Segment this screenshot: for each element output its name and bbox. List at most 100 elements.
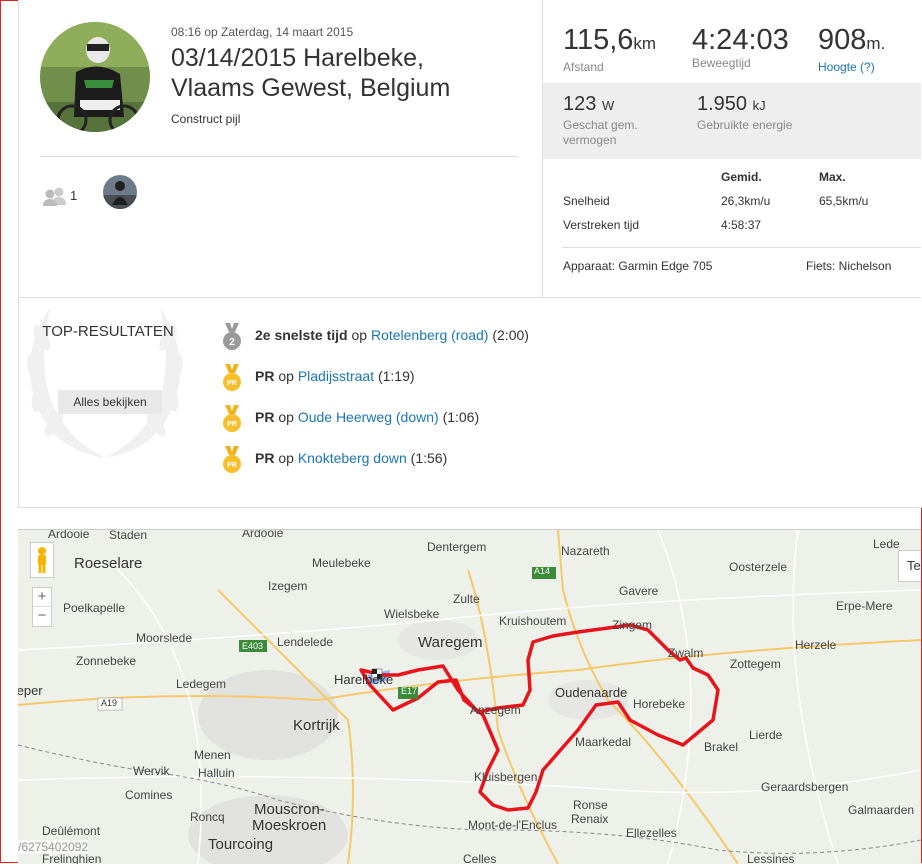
map-label: Ieper — [18, 683, 43, 698]
moving-time-label: Beweegtijd — [692, 56, 751, 70]
map-id-text: /6275402092 — [18, 840, 89, 854]
segment-time: (1:19) — [377, 368, 415, 384]
map-label: Wervik — [133, 764, 170, 778]
map-label: Roeselare — [74, 555, 143, 572]
map-base — [18, 530, 921, 864]
achievement-rank: 2e snelste tijd — [255, 327, 348, 343]
map-label: Lede — [873, 537, 900, 551]
elevation-unit: m. — [866, 34, 886, 53]
map-label: Kruishoutem — [499, 614, 567, 628]
svg-text:PR: PR — [227, 421, 237, 428]
kudos-athlete-avatar[interactable] — [103, 175, 137, 209]
map-label: Moorslede — [136, 631, 193, 645]
map-label: Roncq — [190, 810, 225, 824]
map-label: E403 — [242, 641, 264, 651]
activity-title[interactable]: 03/14/2015 Harelbeke, Vlaams Gewest, Bel… — [171, 43, 501, 103]
map-label: Horebeke — [633, 697, 686, 711]
route-map[interactable]: Ardooie Staden Ardooie Dentergem Nazaret… — [18, 529, 921, 864]
athlete-avatar[interactable] — [40, 22, 150, 132]
map-label: Waregem — [418, 634, 483, 651]
distance-unit: km — [633, 34, 657, 53]
map-label: Poelkapelle — [63, 601, 126, 615]
segment-link[interactable]: Knokteberg down — [298, 450, 407, 466]
achievement-rank: PR — [255, 368, 275, 384]
table-rule — [562, 247, 921, 248]
stat-power: 123 W Geschat gem. vermogen — [563, 92, 683, 148]
map-label: Izegem — [268, 579, 308, 593]
separator — [40, 156, 518, 157]
table-header-max: Max. — [819, 170, 846, 184]
table-row-label: Snelheid — [563, 194, 610, 208]
map-label: Zingem — [612, 618, 653, 632]
map-label: Nazareth — [561, 544, 610, 558]
map-label: Zulte — [453, 592, 480, 606]
elevation-value: 908 — [818, 24, 867, 56]
power-label: Geschat gem. vermogen — [563, 118, 638, 147]
table-header-avg: Gemid. — [721, 170, 762, 184]
energy-value: 1.950 — [697, 93, 748, 115]
distance-label: Afstand — [563, 60, 604, 74]
map-label: A14 — [534, 566, 551, 576]
zoom-control: + − — [32, 587, 52, 627]
svg-text:PR: PR — [227, 462, 237, 469]
map-label: Staden — [109, 529, 148, 542]
map-label: Celles — [463, 852, 497, 864]
map-label: Kluisbergen — [474, 770, 538, 784]
stat-energy: 1.950 kJ Gebruikte energie — [697, 92, 792, 133]
power-unit: W — [601, 98, 615, 113]
map-label: E17 — [401, 686, 418, 696]
map-label: Lessines — [747, 852, 795, 864]
kudos-group-icon[interactable] — [42, 186, 68, 211]
map-label: Comines — [125, 788, 173, 802]
map-type-button[interactable]: Te — [898, 550, 921, 582]
map-label: Tourcoing — [208, 836, 274, 853]
segment-link[interactable]: Rotelenberg (road) — [371, 327, 489, 343]
segment-link[interactable]: Oude Heerweg (down) — [298, 409, 439, 425]
activity-datetime: 08:16 op Zaterdag, 14 maart 2015 — [171, 25, 354, 39]
street-view-pegman-icon[interactable] — [30, 542, 54, 578]
map-label: Wielsbeke — [384, 607, 440, 621]
map-label: Zottegem — [730, 657, 781, 671]
map-label: Mont-de-l'Enclus — [468, 818, 557, 832]
segment-link[interactable]: Pladijsstraat — [298, 368, 374, 384]
zoom-in-button[interactable]: + — [33, 588, 51, 606]
segment-time: (1:06) — [442, 409, 480, 425]
map-label: Erpe-Mere — [836, 599, 893, 613]
map-label: Ellezelles — [626, 826, 677, 840]
map-label: Moeskroen — [252, 817, 327, 834]
map-label: Brakel — [704, 740, 739, 754]
map-label: Oosterzele — [729, 560, 788, 574]
frame-border-left — [0, 0, 1, 863]
map-label: Anzegem — [470, 703, 521, 717]
map-label: Zwalm — [668, 646, 704, 660]
map-label: Mouscron- — [254, 801, 325, 818]
map-label: Lendelede — [277, 635, 334, 649]
achievement-rank: PR — [255, 409, 275, 425]
map-label: Harelbeke — [334, 672, 394, 687]
distance-value: 115,6 — [563, 24, 634, 56]
bike-info[interactable]: Fiets: Nichelson — [806, 259, 891, 273]
map-label: Ardooie — [242, 529, 284, 540]
pr-medal-icon: PR — [220, 446, 244, 477]
silver-medal-icon: 2 — [220, 323, 244, 354]
map-label: Menen — [194, 748, 231, 762]
see-all-button[interactable]: Alles bekijken — [58, 390, 162, 414]
map-label: Ronse — [573, 798, 608, 812]
moving-time-value: 4:24:03 — [692, 24, 789, 56]
pr-medal-icon: PR — [220, 405, 244, 436]
map-label: Lierde — [749, 728, 783, 742]
map-label: Geraardsbergen — [761, 780, 849, 794]
stat-elevation: 908m. Hoogte (?) — [818, 24, 885, 75]
map-label: Kortrijk — [293, 717, 340, 734]
table-cell-max-speed: 65,5km/u — [819, 194, 869, 208]
elevation-help-link[interactable]: Hoogte (?) — [818, 60, 885, 75]
energy-unit: kJ — [752, 98, 766, 113]
map-label: Ardooie — [48, 529, 90, 541]
stat-distance: 115,6km Afstand — [563, 24, 656, 75]
map-label: Renaix — [571, 812, 609, 826]
pr-medal-icon: PR — [220, 364, 244, 395]
zoom-out-button[interactable]: − — [33, 606, 51, 625]
svg-text:2: 2 — [229, 337, 235, 348]
map-label: A19 — [101, 698, 118, 708]
map-label: Deûlémont — [42, 824, 101, 838]
